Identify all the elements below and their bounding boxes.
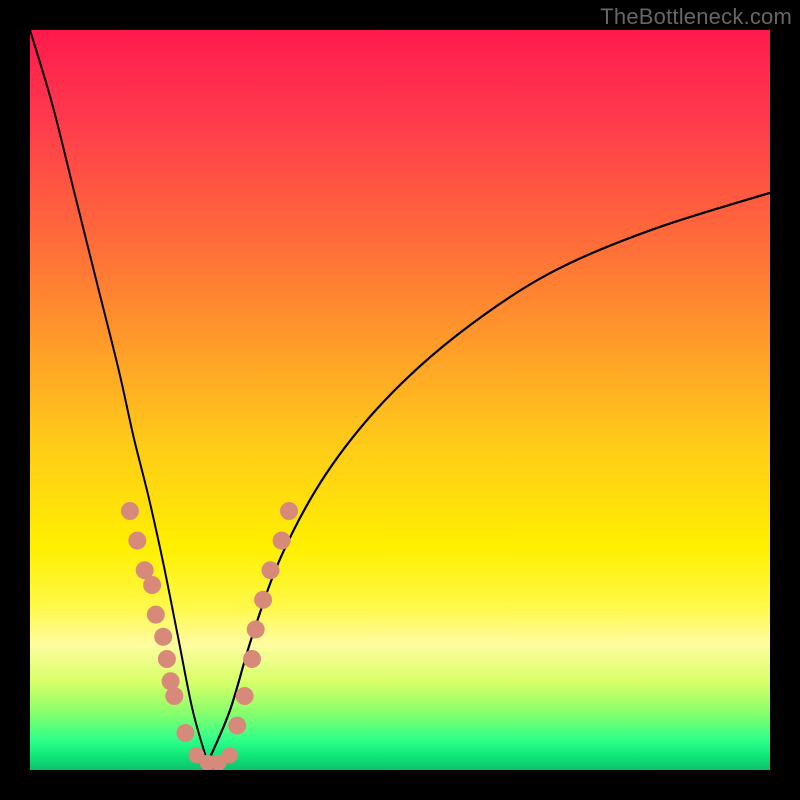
watermark-text: TheBottleneck.com bbox=[600, 4, 792, 30]
scatter-dot bbox=[128, 532, 146, 550]
right-branch-curve bbox=[208, 193, 770, 763]
scatter-dot bbox=[243, 650, 261, 668]
scatter-dots bbox=[121, 502, 298, 770]
scatter-dot bbox=[143, 576, 161, 594]
scatter-dot bbox=[176, 724, 194, 742]
left-branch-curve bbox=[30, 30, 208, 763]
scatter-dot bbox=[247, 620, 265, 638]
scatter-dot bbox=[158, 650, 176, 668]
chart-frame: TheBottleneck.com bbox=[0, 0, 800, 800]
scatter-dot bbox=[165, 687, 183, 705]
scatter-dot bbox=[121, 502, 139, 520]
scatter-dot bbox=[254, 591, 272, 609]
scatter-dot bbox=[154, 628, 172, 646]
scatter-dot bbox=[236, 687, 254, 705]
scatter-dot bbox=[147, 606, 165, 624]
scatter-dot bbox=[228, 717, 246, 735]
curve-layer bbox=[30, 30, 770, 770]
scatter-dot bbox=[273, 532, 291, 550]
scatter-dot bbox=[262, 561, 280, 579]
plot-area bbox=[30, 30, 770, 770]
scatter-dot bbox=[222, 747, 238, 763]
scatter-dot bbox=[280, 502, 298, 520]
